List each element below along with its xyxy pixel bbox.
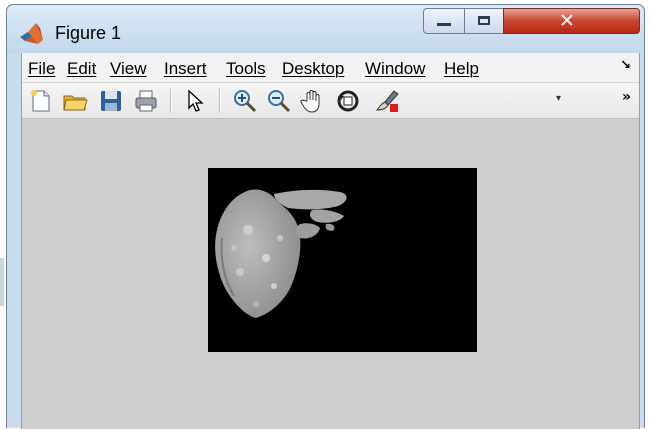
- brush-dropdown-icon[interactable]: ▾: [556, 93, 561, 104]
- close-button[interactable]: ✕: [503, 8, 640, 34]
- menu-insert[interactable]: Insert: [164, 59, 207, 79]
- open-file-icon[interactable]: [62, 88, 88, 114]
- zoom-in-icon[interactable]: [232, 88, 258, 114]
- toolbar-separator: [219, 89, 221, 113]
- menu-help[interactable]: Help: [444, 59, 479, 79]
- menu-overflow-icon[interactable]: ↘: [620, 58, 631, 73]
- data-cursor-brush-icon[interactable]: [372, 88, 402, 114]
- menu-edit[interactable]: Edit: [67, 59, 96, 79]
- zoom-out-icon[interactable]: [266, 88, 292, 114]
- minimize-icon: [437, 23, 451, 26]
- matlab-logo-icon: [20, 23, 43, 44]
- toolbar-separator: [170, 89, 172, 113]
- pan-hand-icon[interactable]: [300, 88, 326, 114]
- menu-desktop[interactable]: Desktop: [282, 59, 344, 79]
- menu-bar: File Edit View Insert Tools Desktop Wind…: [22, 53, 639, 83]
- close-icon: ✕: [559, 10, 575, 32]
- edit-plot-arrow-icon[interactable]: [182, 88, 208, 114]
- desktop-edge: [0, 0, 4, 428]
- menu-view[interactable]: View: [110, 59, 147, 79]
- print-icon[interactable]: [133, 88, 159, 114]
- menu-file[interactable]: File: [28, 59, 55, 79]
- new-figure-icon[interactable]: [28, 88, 54, 114]
- figure-client-area: File Edit View Insert Tools Desktop Wind…: [21, 53, 640, 429]
- minimize-button[interactable]: [423, 8, 465, 34]
- rotate-3d-icon[interactable]: [335, 88, 361, 114]
- figure-window: Figure 1 ✕ File Edit View Insert Tools D…: [6, 4, 645, 429]
- menu-tools[interactable]: Tools: [226, 59, 266, 79]
- figure-toolbar: ▾ »: [22, 83, 639, 119]
- title-bar[interactable]: Figure 1 ✕: [7, 5, 644, 53]
- save-icon[interactable]: [98, 88, 124, 114]
- maximize-icon: [478, 16, 490, 25]
- menu-window[interactable]: Window: [365, 59, 425, 79]
- image-axes[interactable]: [208, 168, 477, 352]
- segmented-organ-image: [215, 189, 347, 318]
- toolbar-overflow-icon[interactable]: »: [622, 89, 631, 105]
- window-title: Figure 1: [55, 23, 122, 43]
- maximize-button[interactable]: [464, 8, 504, 34]
